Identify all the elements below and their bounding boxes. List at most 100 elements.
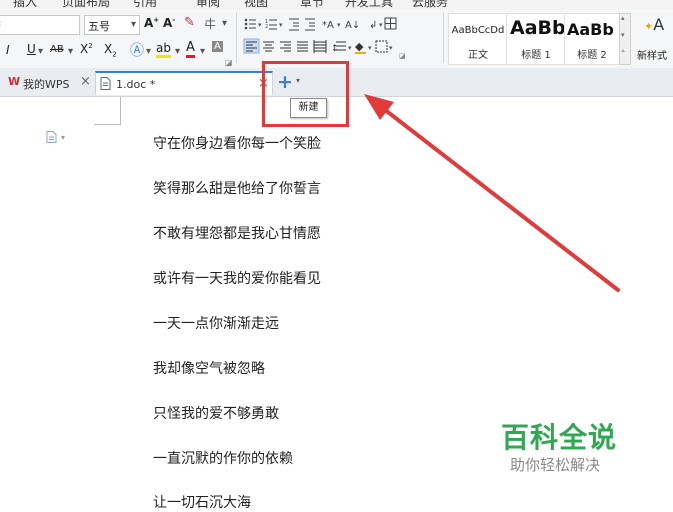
svg-text:◪: ◪ — [399, 52, 406, 60]
svg-text:▾: ▾ — [368, 44, 372, 52]
menu-page-layout[interactable]: 页面布局 — [62, 0, 110, 9]
menu-view[interactable]: 视图 — [244, 0, 268, 9]
shrink-font-icon[interactable]: A- — [163, 16, 175, 30]
grow-font-icon[interactable]: A+ — [144, 16, 159, 30]
strikethrough-icon[interactable]: AB — [50, 44, 64, 55]
subscript-icon[interactable]: X2 — [104, 42, 117, 58]
italic-icon[interactable]: I — [6, 43, 10, 57]
decrease-indent-icon[interactable] — [289, 18, 299, 31]
align-right-icon[interactable] — [280, 41, 291, 52]
svg-text:2: 2 — [265, 24, 268, 30]
tab-document[interactable]: 1.doc * × — [95, 71, 273, 95]
borders-icon[interactable] — [375, 40, 388, 53]
svg-text:▾: ▾ — [279, 21, 283, 29]
align-center-icon[interactable] — [263, 41, 274, 52]
chevron-down-icon[interactable]: ▾ — [68, 46, 73, 57]
svg-text:◆: ◆ — [355, 40, 364, 53]
document-line[interactable]: 守在你身边看你每一个笑脸 — [153, 133, 321, 153]
font-size-select[interactable]: 五号 ▾ — [84, 15, 140, 35]
annotation-highlight-box — [262, 61, 349, 127]
pinyin-icon[interactable]: 㐄 — [204, 15, 216, 32]
table-borders-icon[interactable] — [384, 17, 397, 30]
document-line[interactable]: 让一切石沉大海 — [153, 492, 251, 512]
style-heading-2[interactable]: AaBb 标题 2 — [564, 13, 620, 65]
document-line[interactable]: 一天一点你渐渐走远 — [153, 313, 279, 333]
menu-cloud[interactable]: 云服务 — [412, 0, 448, 9]
bullet-list-icon[interactable] — [244, 18, 256, 30]
font-color-icon[interactable]: A — [186, 40, 195, 58]
superscript-icon[interactable]: X2 — [80, 42, 93, 56]
sort-icon[interactable]: A↓ — [345, 20, 360, 31]
font-name-stub: : — [0, 18, 1, 29]
menu-chapter[interactable]: 章节 — [300, 0, 324, 9]
new-style-icon: ✦A — [644, 15, 665, 34]
chevron-down-icon[interactable]: ▾ — [222, 18, 227, 29]
new-style-button[interactable]: ✦A 新样式 — [633, 13, 673, 63]
document-icon — [100, 77, 111, 90]
tab-my-wps[interactable]: W 我的WPS × — [0, 71, 95, 95]
menu-references[interactable]: 引用 — [133, 0, 157, 9]
font-name-select[interactable] — [0, 15, 80, 35]
svg-text:▾: ▾ — [348, 44, 352, 52]
svg-text:↲: ↲ — [369, 20, 377, 31]
svg-text:*A: *A — [322, 20, 334, 31]
chevron-up-icon[interactable]: ▴ — [621, 14, 625, 22]
watermark-subtitle: 助你轻松解决 — [510, 456, 601, 474]
style-name: 正文 — [468, 50, 488, 61]
tab-label: 1.doc * — [116, 78, 156, 91]
chinese-layout-icon[interactable]: *A — [322, 20, 334, 31]
page-options-icon[interactable]: ▾ — [46, 131, 72, 143]
annotation-arrow — [364, 94, 620, 292]
document-line[interactable]: 不敢有埋怨都是我心甘情愿 — [153, 223, 321, 243]
chevron-down-icon[interactable]: ▾ — [175, 46, 180, 57]
distribute-icon[interactable] — [313, 40, 327, 53]
increase-indent-icon[interactable] — [305, 18, 315, 31]
char-shading-icon[interactable]: A — [212, 41, 223, 52]
chevron-down-icon: ▾ — [130, 19, 136, 30]
new-style-label: 新样式 — [637, 51, 667, 62]
chevron-down-icon[interactable]: ▾ — [38, 46, 43, 57]
text-effect-icon[interactable]: Ⓐ — [130, 40, 144, 60]
svg-text:↕: ↕ — [331, 44, 339, 54]
font-size-value: 五号 — [88, 20, 110, 33]
watermark-title: 百科全说 — [501, 421, 618, 454]
align-left-icon[interactable] — [243, 38, 260, 54]
menu-bar: 插入 页面布局 引用 审阅 视图 章节 开发工具 云服务 — [0, 0, 673, 9]
shading-icon[interactable]: ◆ — [355, 40, 366, 54]
style-name: 标题 1 — [521, 50, 551, 61]
style-sample: AaBbCcDd — [451, 25, 505, 36]
document-line[interactable]: 笑得那么甜是他给了你誓言 — [153, 178, 321, 198]
highlight-icon[interactable]: ab — [156, 41, 171, 58]
document-line[interactable]: 或许有一天我的爱你能看见 — [153, 268, 321, 288]
style-normal[interactable]: AaBbCcDd 正文 — [448, 13, 508, 65]
menu-review[interactable]: 审阅 — [196, 0, 220, 9]
menu-insert[interactable]: 插入 — [13, 0, 37, 9]
svg-text:▾: ▾ — [389, 44, 393, 52]
line-spacing-icon[interactable]: ↕ — [331, 41, 346, 54]
chevron-down-icon[interactable]: ▾ — [200, 46, 205, 57]
paragraph-group: ▾ 1 2 ▾ *A ▾ A↓ ↲ ▾ ↕ ▾ ◆ ▾ ▾ ◪ — [243, 17, 406, 60]
show-marks-icon[interactable]: ↲ — [369, 20, 377, 31]
chevron-down-icon[interactable]: ▾ — [621, 31, 625, 39]
ribbon-toolbar: : 五号 ▾ A+ A- ✎ 㐄 ▾ I U ▾ AB ▾ X2 X2 Ⓐ ▾ … — [0, 9, 673, 69]
document-line[interactable]: 一直沉默的作你的依赖 — [153, 448, 293, 468]
svg-text:▾: ▾ — [379, 21, 383, 29]
style-sample: AaBb — [567, 20, 614, 39]
style-heading-1[interactable]: AaBb 标题 1 — [506, 13, 566, 65]
page-margin-marker — [94, 97, 121, 125]
numbered-list-icon[interactable]: 1 2 — [265, 19, 277, 30]
document-line[interactable]: 我却像空气被忽略 — [153, 358, 265, 378]
style-name: 标题 2 — [577, 50, 607, 61]
justify-icon[interactable] — [297, 41, 308, 52]
chevron-down-icon[interactable]: ▾ — [146, 46, 151, 57]
tab-label: 我的WPS — [23, 78, 70, 91]
styles-scroll[interactable]: ▴ ▾ ⩡ — [619, 13, 631, 65]
clear-format-icon[interactable]: ✎ — [184, 15, 195, 30]
menu-developer[interactable]: 开发工具 — [345, 0, 393, 9]
document-line[interactable]: 只怪我的爱不够勇敢 — [153, 403, 279, 423]
more-styles-icon[interactable]: ⩡ — [621, 47, 625, 56]
svg-text:▾: ▾ — [61, 133, 65, 142]
font-dialog-launcher-icon[interactable]: ◪ — [225, 58, 233, 67]
close-icon[interactable]: × — [80, 74, 91, 89]
underline-icon[interactable]: U — [27, 42, 36, 56]
